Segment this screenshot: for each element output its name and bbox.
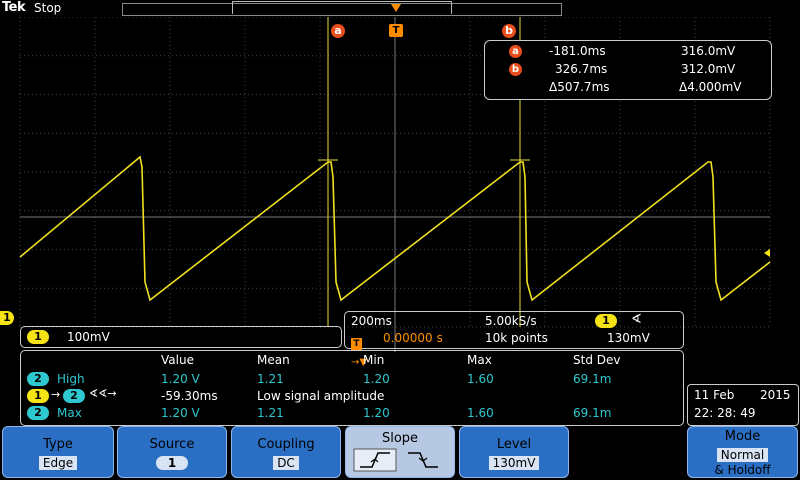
col-min-header: Min: [363, 353, 385, 367]
source-value: 1: [156, 456, 188, 470]
col-max-header: Max: [467, 353, 492, 367]
delay-edges-icon: ∢∢→: [89, 387, 117, 400]
year: 2015: [760, 388, 791, 402]
measurement-source-badge: 2: [27, 372, 49, 386]
channel-1-ground-marker[interactable]: 1: [0, 311, 14, 325]
col-stddev-header: Std Dev: [573, 353, 621, 367]
cursor-delta-time: Δ507.7ms: [549, 80, 610, 94]
cursor-b-time: 326.7ms: [555, 62, 608, 76]
source-label: Source: [149, 437, 195, 452]
cursor-a-marker[interactable]: a: [331, 24, 345, 38]
measurement-max: 1.60: [467, 406, 494, 420]
cursor-a-badge: a: [509, 45, 522, 58]
measurement-mean: 1.21: [257, 372, 284, 386]
record-view-window: [232, 1, 452, 14]
measurement-mean: 1.21: [257, 406, 284, 420]
cursor-readout-panel: a -181.0ms 316.0mV b 326.7ms 312.0mV Δ50…: [484, 40, 772, 100]
source-button[interactable]: Source 1: [117, 426, 227, 478]
rising-edge-icon: ∢: [631, 312, 642, 327]
measurement-value: 1.20 V: [161, 372, 200, 386]
cursor-a-time: -181.0ms: [549, 44, 606, 58]
sample-rate: 5.00kS/s: [485, 314, 537, 328]
trigger-level: 130mV: [607, 331, 650, 345]
cursor-b-value: 312.0mV: [681, 62, 736, 76]
trigger-source-badge: 1: [595, 314, 617, 328]
cursor-a-value: 316.0mV: [681, 44, 736, 58]
cursor-delta-value: Δ4.000mV: [679, 80, 742, 94]
measurement-value: 1.20 V: [161, 406, 200, 420]
measurement-min: 1.20: [363, 372, 390, 386]
record-length: 10k points: [485, 331, 548, 345]
measurement-stddev: 69.1m: [573, 372, 612, 386]
slope-options[interactable]: [350, 447, 450, 473]
col-mean-header: Mean: [257, 353, 290, 367]
mode-label: Mode: [724, 429, 761, 444]
channel-1-scale: 100mV: [67, 330, 110, 344]
level-button[interactable]: Level 130mV: [459, 426, 569, 478]
cursor-b-marker[interactable]: b: [502, 24, 516, 38]
time: 22: 28: 49: [694, 406, 756, 420]
measurement-name: Max: [57, 406, 82, 420]
trigger-arrow-icon: [391, 4, 401, 12]
measurement-max: 1.60: [467, 372, 494, 386]
measurement-value: -59.30ms: [161, 389, 218, 403]
level-label: Level: [496, 437, 532, 452]
measurement-min: 1.20: [363, 406, 390, 420]
measurement-stddev: 69.1m: [573, 406, 612, 420]
measurement-source-badge: 2: [27, 406, 49, 420]
date-time-display: 11 Feb 2015 22: 28: 49: [687, 384, 799, 426]
level-value: 130mV: [488, 456, 540, 470]
timebase-panel[interactable]: 200ms 5.00kS/s 1 ∢ T→▼ 0.00000 s 10k poi…: [344, 311, 684, 368]
trigger-offset-icon: T→▼: [351, 338, 368, 368]
type-value: Edge: [38, 456, 78, 470]
coupling-button[interactable]: Coupling DC: [231, 426, 341, 478]
date: 11 Feb: [694, 388, 735, 402]
mode-value: Normal: [716, 448, 769, 462]
falling-slope-icon: [408, 452, 438, 468]
channel-1-scale-box[interactable]: 1 100mV: [20, 326, 342, 348]
measurement-source2-badge: 2: [63, 389, 85, 403]
slope-label: Slope: [381, 431, 419, 446]
measurement-source1-badge: 1: [27, 389, 49, 403]
mode-button[interactable]: Mode Normal & Holdoff: [687, 426, 798, 478]
col-value-header: Value: [161, 353, 194, 367]
slope-button[interactable]: Slope: [345, 426, 455, 478]
brand-logo: Tek: [2, 0, 26, 15]
measurements-panel: Value Mean Min Max Std Dev 2 High 1.20 V…: [20, 350, 684, 426]
type-button[interactable]: Type Edge: [2, 426, 114, 478]
coupling-value: DC: [273, 456, 299, 470]
acquisition-state: Stop: [34, 1, 62, 15]
measurement-name: High: [57, 372, 85, 386]
measurement-warning: Low signal amplitude: [257, 389, 385, 403]
trigger-level-marker: [764, 249, 770, 257]
trigger-position: 0.00000 s: [383, 331, 443, 345]
type-label: Type: [43, 437, 73, 452]
mode-suffix: & Holdoff: [714, 463, 771, 477]
coupling-label: Coupling: [257, 437, 315, 452]
trigger-position-marker[interactable]: T: [389, 24, 403, 37]
horizontal-scale: 200ms: [351, 314, 392, 328]
cursor-b-badge: b: [509, 63, 522, 76]
arrow-icon: →: [51, 388, 61, 401]
channel-1-badge: 1: [27, 330, 49, 344]
